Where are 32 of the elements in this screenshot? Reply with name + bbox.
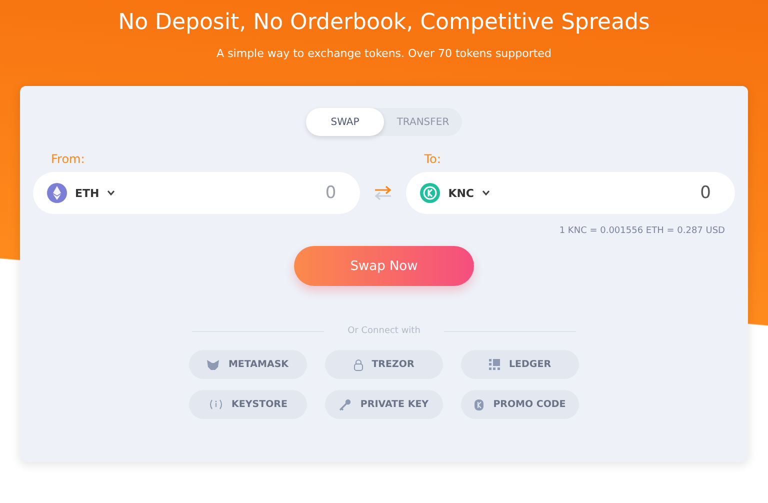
chevron-icon [482,190,490,196]
swap-now-button[interactable]: Swap Now [294,246,474,286]
chevron-icon [107,190,116,196]
amount-field[interactable]: KNC 0 [406,172,735,214]
tab[interactable]: TRANSFER [384,108,462,136]
amount-input[interactable]: 0 [490,182,713,204]
hero-title: No Deposit, No Orderbook, Competitive Spreads [118,10,650,35]
token-selector[interactable]: ETH [47,183,116,203]
ledger-icon [488,359,500,370]
wallet-button[interactable]: LEDGER [461,350,579,379]
fox-icon [207,360,220,370]
wallet-button[interactable]: TREZOR [325,350,443,379]
promo-icon [474,398,484,410]
amount-input[interactable]: 0 [115,182,338,204]
wallet-button[interactable]: PRIVATE KEY [325,390,443,419]
wallet-button[interactable]: KEYSTORE [189,390,307,419]
token-selector[interactable]: KNC [420,183,490,203]
key-icon [339,398,352,410]
connect-label: Or Connect with [348,326,420,336]
swap-arrows-icon[interactable] [374,185,392,201]
ethereum-icon [47,183,67,203]
amount-field[interactable]: ETH 0 [33,172,360,214]
token-icon [420,183,440,203]
wallet-button[interactable]: PROMO CODE [461,390,579,419]
exchange-rate: 1 KNC = 0.001556 ETH = 0.287 USD [559,226,725,236]
hero-subtitle: A simple way to exchange tokens. Over 70 tokens supported [216,47,552,60]
field-label: To: [424,152,442,166]
wallet-button[interactable]: METAMASK [189,350,307,379]
field-label: From: [51,152,86,166]
tab[interactable]: SWAP [306,108,384,136]
lock-icon [354,358,363,370]
keystore-icon [208,399,223,410]
